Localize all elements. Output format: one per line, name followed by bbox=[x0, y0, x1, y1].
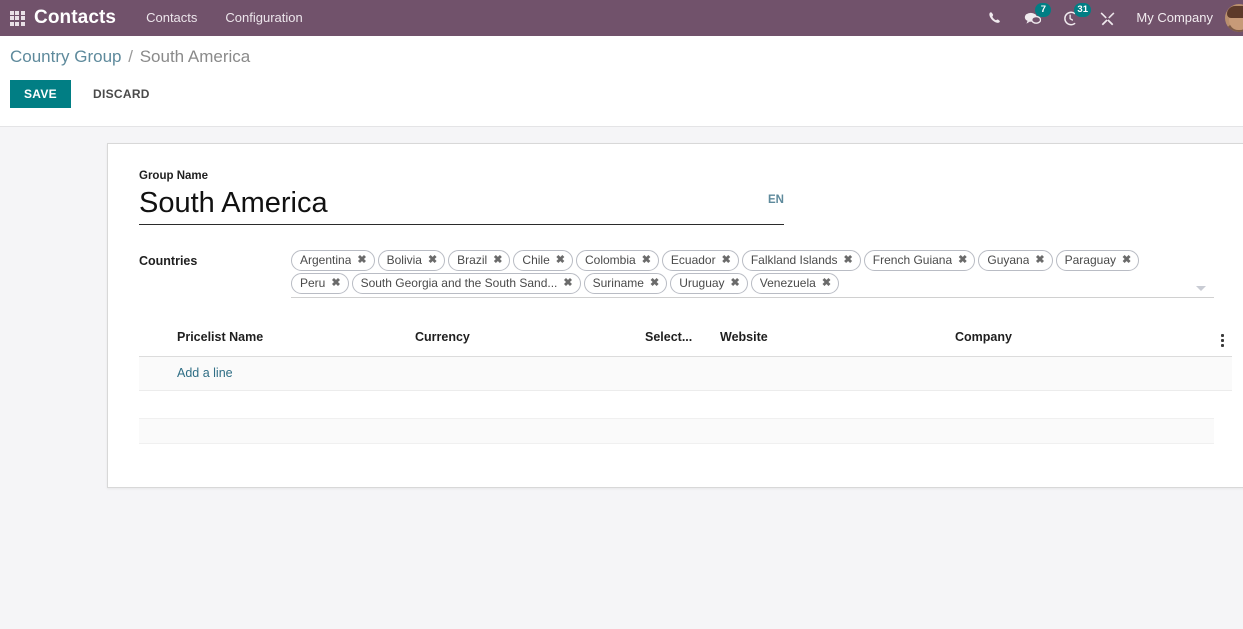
control-panel: Country Group / South America SAVE DISCA… bbox=[0, 36, 1243, 127]
vertical-dots-icon[interactable] bbox=[1221, 334, 1226, 347]
country-tag[interactable]: Venezuela ✖ bbox=[750, 273, 840, 294]
table-header-row: Pricelist Name Currency Select... Websit… bbox=[139, 322, 1232, 357]
column-options-header bbox=[1204, 322, 1232, 357]
discard-button[interactable]: DISCARD bbox=[79, 80, 164, 108]
country-tag-label: Paraguay bbox=[1064, 253, 1116, 267]
countries-label: Countries bbox=[139, 254, 198, 268]
group-name-input-wrapper bbox=[139, 184, 784, 225]
country-tag-label: French Guiana bbox=[872, 253, 953, 267]
group-name-field-block: Group Name EN bbox=[139, 170, 784, 225]
user-avatar[interactable] bbox=[1225, 4, 1243, 32]
column-header-company[interactable]: Company bbox=[949, 322, 1204, 357]
main-menu: Contacts Configuration bbox=[132, 0, 317, 36]
country-tag-label: Venezuela bbox=[759, 276, 816, 290]
content-area: Group Name EN Countries Argentina✖Bolivi… bbox=[0, 127, 1243, 628]
form-sheet: Group Name EN Countries Argentina✖Bolivi… bbox=[107, 143, 1243, 488]
country-tag[interactable]: Peru ✖ bbox=[291, 273, 349, 294]
country-tag-label: Argentina bbox=[300, 253, 352, 267]
remove-tag-icon[interactable]: ✖ bbox=[493, 253, 502, 268]
top-navbar: Contacts Contacts Configuration 7 31 My … bbox=[0, 0, 1243, 36]
record-action-buttons: SAVE DISCARD bbox=[10, 80, 1243, 108]
avatar-hair bbox=[1227, 6, 1243, 18]
country-tag-label: Guyana bbox=[987, 253, 1030, 267]
country-tag[interactable]: Paraguay ✖ bbox=[1055, 250, 1140, 271]
remove-tag-icon[interactable]: ✖ bbox=[822, 276, 831, 291]
translation-lang-badge[interactable]: EN bbox=[768, 194, 784, 206]
save-button[interactable]: SAVE bbox=[10, 80, 71, 108]
country-tag[interactable]: Brazil ✖ bbox=[448, 250, 511, 271]
country-tag[interactable]: Guyana ✖ bbox=[978, 250, 1053, 271]
remove-tag-icon[interactable]: ✖ bbox=[642, 253, 651, 268]
country-tag[interactable]: Falkland Islands ✖ bbox=[741, 250, 861, 271]
countries-tags-field[interactable]: Argentina ✖ Bolivia ✖ Brazil ✖ Chile ✖ Colombia ✖… bbox=[291, 250, 1214, 298]
remove-tag-icon[interactable]: ✖ bbox=[428, 253, 437, 268]
country-tag-label: Ecuador bbox=[670, 253, 716, 267]
remove-tag-icon[interactable]: ✖ bbox=[722, 253, 731, 268]
group-name-label: Group Name bbox=[139, 170, 209, 182]
column-header-select[interactable]: Select... bbox=[639, 322, 714, 357]
remove-tag-icon[interactable]: ✖ bbox=[650, 276, 659, 291]
pricelists-table: Pricelist Name Currency Select... Websit… bbox=[139, 322, 1232, 391]
group-name-input[interactable] bbox=[139, 184, 739, 222]
country-tag[interactable]: Colombia ✖ bbox=[575, 250, 659, 271]
chevron-down-icon[interactable] bbox=[1196, 286, 1206, 291]
country-tag[interactable]: Uruguay ✖ bbox=[670, 273, 748, 294]
breadcrumb: Country Group / South America bbox=[10, 46, 1243, 68]
navbar-right-group: 7 31 My Company bbox=[977, 0, 1243, 36]
breadcrumb-parent-link[interactable]: Country Group bbox=[10, 47, 122, 66]
remove-tag-icon[interactable]: ✖ bbox=[556, 253, 565, 268]
activities-clock-icon[interactable]: 31 bbox=[1052, 0, 1091, 36]
company-switcher[interactable]: My Company bbox=[1126, 0, 1225, 36]
breadcrumb-separator: / bbox=[128, 47, 133, 66]
phone-icon[interactable] bbox=[977, 0, 1013, 36]
column-header-website[interactable]: Website bbox=[714, 322, 949, 357]
breadcrumb-current: South America bbox=[139, 47, 251, 66]
remove-tag-icon[interactable]: ✖ bbox=[357, 253, 366, 268]
country-tag-label: Falkland Islands bbox=[750, 253, 838, 267]
remove-tag-icon[interactable]: ✖ bbox=[1122, 253, 1131, 268]
country-tag-label: Brazil bbox=[457, 253, 488, 267]
apps-menu-button[interactable] bbox=[0, 0, 34, 36]
pricelists-list: Pricelist Name Currency Select... Websit… bbox=[139, 322, 1232, 444]
remove-tag-icon[interactable]: ✖ bbox=[731, 276, 740, 291]
country-tag-label: Chile bbox=[522, 253, 550, 267]
country-tag-label: Uruguay bbox=[679, 276, 725, 290]
country-tag[interactable]: Bolivia ✖ bbox=[377, 250, 446, 271]
pricelists-table-head: Pricelist Name Currency Select... Websit… bbox=[139, 322, 1232, 357]
country-tag-label: South Georgia and the South Sand... bbox=[360, 276, 558, 290]
country-tag[interactable]: Argentina ✖ bbox=[291, 250, 375, 271]
remove-tag-icon[interactable]: ✖ bbox=[331, 276, 340, 291]
menu-item-contacts[interactable]: Contacts bbox=[132, 0, 211, 36]
empty-filler-band bbox=[139, 418, 1214, 444]
column-header-pricelist-name[interactable]: Pricelist Name bbox=[139, 322, 409, 357]
country-tag[interactable]: South Georgia and the South Sand... ✖ bbox=[351, 273, 581, 294]
menu-item-configuration[interactable]: Configuration bbox=[211, 0, 316, 36]
messages-badge: 7 bbox=[1035, 3, 1052, 17]
pricelists-table-body: Add a line bbox=[139, 356, 1232, 391]
remove-tag-icon[interactable]: ✖ bbox=[958, 253, 967, 268]
country-tag-label: Suriname bbox=[592, 276, 644, 290]
add-a-line-cell[interactable]: Add a line bbox=[139, 356, 1232, 391]
country-tag[interactable]: French Guiana ✖ bbox=[863, 250, 976, 271]
countries-field-row: Countries Argentina ✖ Bolivia ✖ Brazil ✖ Chile… bbox=[139, 250, 1214, 298]
country-tag-label: Colombia bbox=[584, 253, 636, 267]
debug-tools-icon[interactable] bbox=[1089, 0, 1126, 36]
add-a-line-row[interactable]: Add a line bbox=[139, 356, 1232, 391]
app-brand-title: Contacts bbox=[34, 7, 117, 28]
messages-icon[interactable]: 7 bbox=[1013, 0, 1052, 36]
country-tag-label: Bolivia bbox=[386, 253, 422, 267]
country-tag-label: Peru bbox=[300, 276, 326, 290]
remove-tag-icon[interactable]: ✖ bbox=[563, 276, 572, 291]
country-tag[interactable]: Suriname ✖ bbox=[583, 273, 668, 294]
apps-grid-icon bbox=[9, 10, 25, 26]
column-header-currency[interactable]: Currency bbox=[409, 322, 639, 357]
country-tag[interactable]: Chile ✖ bbox=[513, 250, 573, 271]
country-tag[interactable]: Ecuador ✖ bbox=[661, 250, 739, 271]
remove-tag-icon[interactable]: ✖ bbox=[1035, 253, 1044, 268]
remove-tag-icon[interactable]: ✖ bbox=[844, 253, 853, 268]
countries-tags-list: Argentina ✖ Bolivia ✖ Brazil ✖ Chile ✖ Colombia ✖… bbox=[291, 250, 1174, 294]
add-a-line-link[interactable]: Add a line bbox=[177, 366, 233, 380]
